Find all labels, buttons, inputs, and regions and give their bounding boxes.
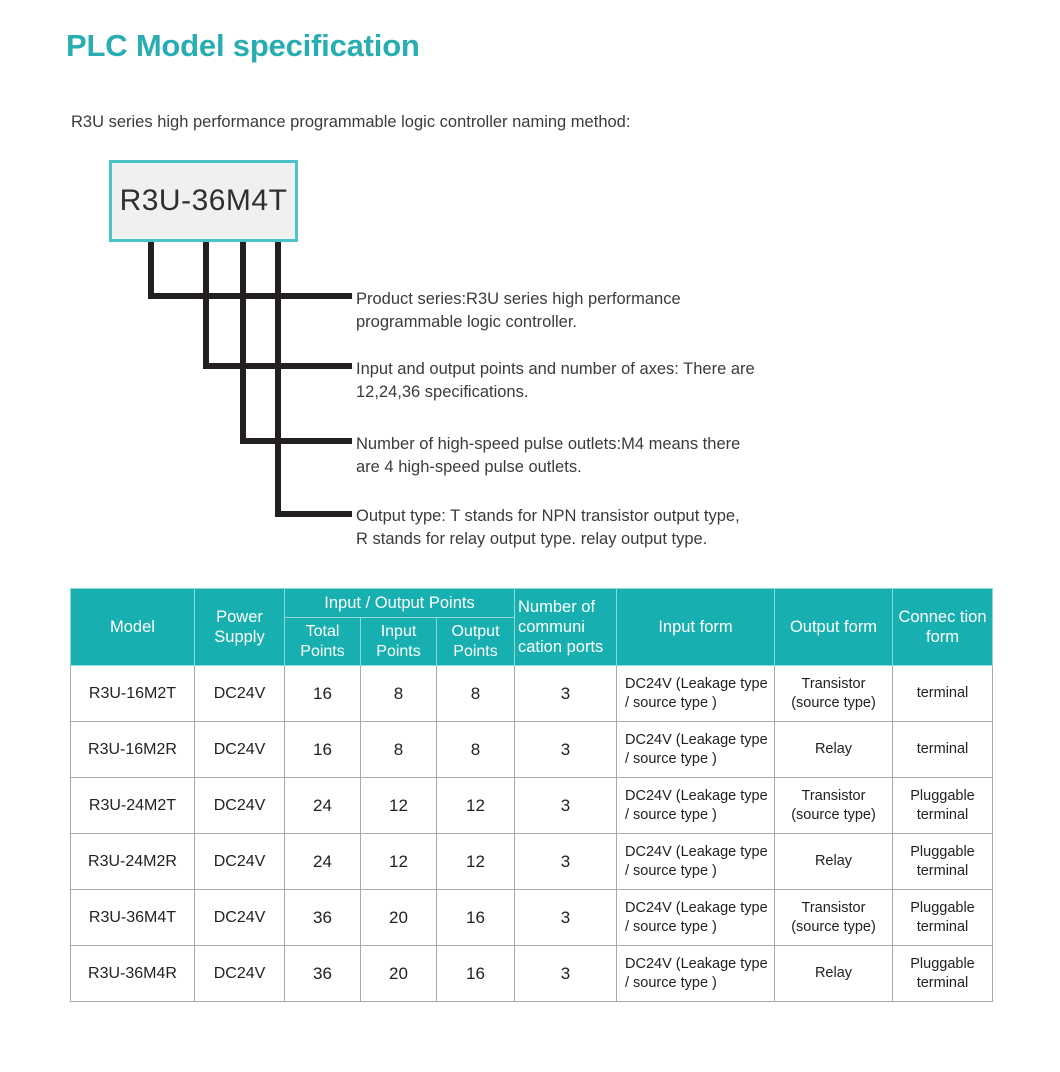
- col-header-output-points: Output Points: [436, 617, 515, 667]
- cell-input-points: 12: [360, 833, 437, 891]
- cell-input-form: DC24V (Leakage type / source type ): [616, 945, 775, 1003]
- callout-io-points-axes-line1: Input and output points and number of ax…: [356, 360, 755, 378]
- col-header-model: Model: [70, 587, 195, 667]
- cell-model: R3U-36M4T: [70, 889, 195, 947]
- table-row: R3U-24M2T DC24V 24 12 12 3 DC24V (Leakage type…: [70, 777, 993, 835]
- cell-model: R3U-24M2T: [70, 777, 195, 835]
- cell-input-points: 8: [360, 721, 437, 779]
- callout-io-points-axes-line2: 12,24,36 specifications.: [356, 383, 529, 402]
- cell-comm-ports: 3: [514, 889, 617, 947]
- model-code-value: R3U-36M4T: [119, 184, 288, 217]
- table-row: R3U-36M4R DC24V 36 20 16 3 DC24V (Leakage type…: [70, 945, 993, 1003]
- table-row: R3U-36M4T DC24V 36 20 16 3 DC24V (Leakage type…: [70, 889, 993, 947]
- cell-output-form: Transistor (source type): [774, 889, 893, 947]
- leader-line-output-type: [275, 242, 352, 517]
- cell-comm-ports: 3: [514, 833, 617, 891]
- cell-input-form: DC24V (Leakage type / source type ): [616, 777, 775, 835]
- cell-connection-form: Pluggable terminal: [892, 777, 993, 835]
- callout-product-series-line2: programmable logic controller.: [356, 313, 578, 332]
- cell-connection-form: Pluggable terminal: [892, 889, 993, 947]
- page-title: PLC Model specification: [66, 28, 420, 63]
- callout-high-speed-pulse-outlets: Number of high-speed pulse outlets:M4 me…: [356, 433, 956, 480]
- cell-model: R3U-24M2R: [70, 833, 195, 891]
- intro-paragraph: R3U series high performance programmable…: [71, 113, 631, 131]
- callout-high-speed-pulse-outlets-line1: Number of high-speed pulse outlets:M4 me…: [356, 435, 741, 453]
- col-header-input-points: Input Points: [360, 617, 437, 667]
- cell-model: R3U-36M4R: [70, 945, 195, 1003]
- leader-line-product-series: [148, 242, 352, 299]
- col-header-total-points: Total Points: [284, 617, 361, 667]
- cell-total-points: 16: [284, 665, 361, 723]
- cell-input-form: DC24V (Leakage type / source type ): [616, 833, 775, 891]
- col-header-output-form: Output form: [774, 587, 893, 667]
- cell-total-points: 36: [284, 945, 361, 1003]
- callout-high-speed-pulse-outlets-line2: are 4 high-speed pulse outlets.: [356, 458, 582, 477]
- cell-input-form: DC24V (Leakage type / source type ): [616, 889, 775, 947]
- cell-input-form: DC24V (Leakage type / source type ): [616, 665, 775, 723]
- cell-connection-form: Pluggable terminal: [892, 833, 993, 891]
- cell-power-supply: DC24V: [194, 721, 285, 779]
- cell-comm-ports: 3: [514, 777, 617, 835]
- cell-total-points: 24: [284, 777, 361, 835]
- callout-output-type-line1: Output type: T stands for NPN transistor…: [356, 507, 740, 525]
- cell-input-points: 12: [360, 777, 437, 835]
- leader-line-io-points: [203, 242, 352, 369]
- cell-input-form: DC24V (Leakage type / source type ): [616, 721, 775, 779]
- cell-output-points: 16: [436, 945, 515, 1003]
- cell-power-supply: DC24V: [194, 777, 285, 835]
- callout-product-series-line1: Product series:R3U series high performan…: [356, 290, 681, 308]
- callout-product-series: Product series:R3U series high performan…: [356, 288, 956, 335]
- cell-connection-form: terminal: [892, 721, 993, 779]
- callout-io-points-axes: Input and output points and number of ax…: [356, 358, 956, 405]
- leader-line-pulse-outlets: [240, 242, 352, 444]
- model-code-box: R3U-36M4T: [109, 160, 298, 242]
- cell-connection-form: terminal: [892, 665, 993, 723]
- callout-output-type: Output type: T stands for NPN transistor…: [356, 505, 956, 552]
- cell-comm-ports: 3: [514, 945, 617, 1003]
- col-header-power-supply: Power Supply: [194, 587, 285, 667]
- cell-connection-form: Pluggable terminal: [892, 945, 993, 1003]
- table-body: R3U-16M2T DC24V 16 8 8 3 DC24V (Leakage type /…: [70, 665, 993, 1003]
- cell-output-points: 12: [436, 833, 515, 891]
- cell-input-points: 20: [360, 889, 437, 947]
- cell-comm-ports: 3: [514, 721, 617, 779]
- cell-total-points: 16: [284, 721, 361, 779]
- cell-output-points: 8: [436, 721, 515, 779]
- cell-power-supply: DC24V: [194, 665, 285, 723]
- cell-total-points: 36: [284, 889, 361, 947]
- cell-model: R3U-16M2T: [70, 665, 195, 723]
- callout-output-type-line2: R stands for relay output type. relay ou…: [356, 530, 708, 549]
- cell-power-supply: DC24V: [194, 945, 285, 1003]
- cell-total-points: 24: [284, 833, 361, 891]
- table-row: R3U-24M2R DC24V 24 12 12 3 DC24V (Leakage type…: [70, 833, 993, 891]
- cell-power-supply: DC24V: [194, 833, 285, 891]
- plc-specification-table: Model Power Supply Input / Output Points…: [70, 587, 993, 1003]
- table-header-row-1: Model Power Supply Input / Output Points…: [70, 587, 993, 667]
- cell-input-points: 8: [360, 665, 437, 723]
- col-header-io-points-group: Input / Output Points: [284, 587, 515, 619]
- cell-output-points: 12: [436, 777, 515, 835]
- cell-output-form: Transistor (source type): [774, 665, 893, 723]
- cell-power-supply: DC24V: [194, 889, 285, 947]
- cell-output-points: 8: [436, 665, 515, 723]
- cell-output-form: Transistor (source type): [774, 777, 893, 835]
- cell-output-form: Relay: [774, 721, 893, 779]
- table-row: R3U-16M2T DC24V 16 8 8 3 DC24V (Leakage type /…: [70, 665, 993, 723]
- cell-model: R3U-16M2R: [70, 721, 195, 779]
- cell-input-points: 20: [360, 945, 437, 1003]
- cell-output-form: Relay: [774, 833, 893, 891]
- cell-output-form: Relay: [774, 945, 893, 1003]
- col-header-comm-ports: Number of communi cation ports: [514, 587, 617, 667]
- col-header-input-form: Input form: [616, 587, 775, 667]
- table-row: R3U-16M2R DC24V 16 8 8 3 DC24V (Leakage type /…: [70, 721, 993, 779]
- col-header-connection-form: Connec tion form: [892, 587, 993, 667]
- cell-comm-ports: 3: [514, 665, 617, 723]
- cell-output-points: 16: [436, 889, 515, 947]
